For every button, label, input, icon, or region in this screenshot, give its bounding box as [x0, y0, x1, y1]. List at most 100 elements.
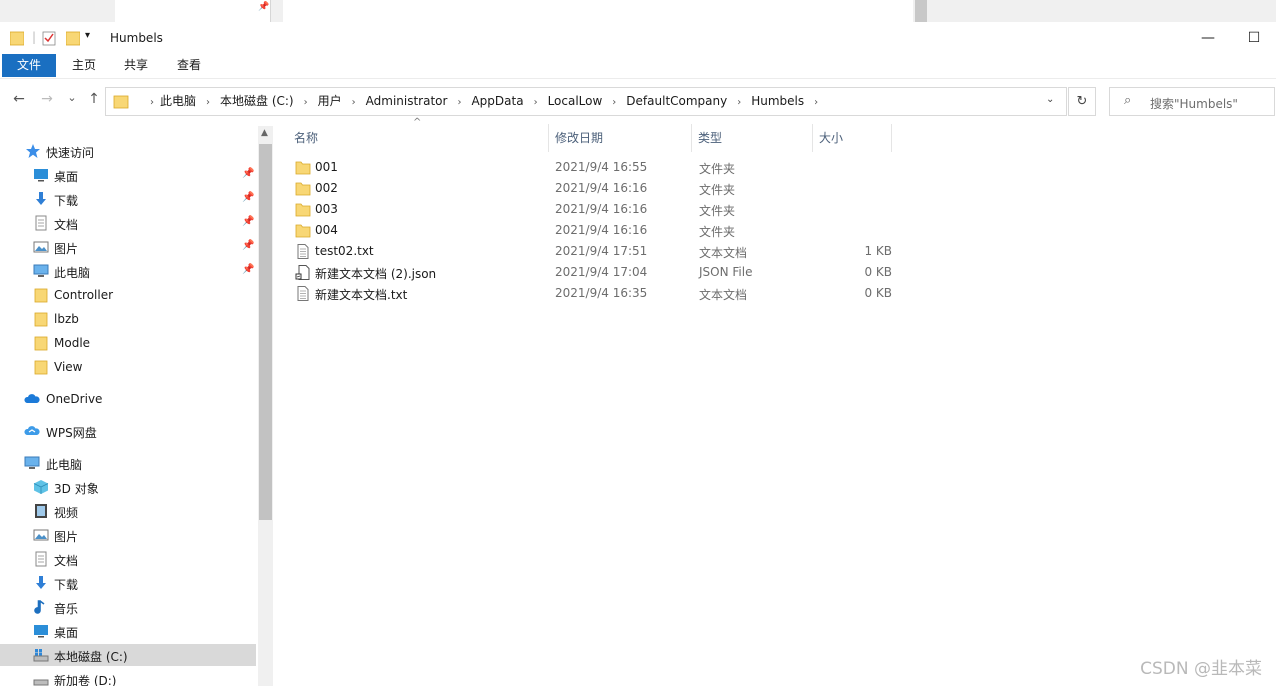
search-input[interactable]: ⌕ 搜索"Humbels" [1109, 87, 1275, 116]
sidebar-item-onedrive[interactable]: OneDrive [0, 388, 256, 410]
sidebar-item-desktop[interactable]: 桌面 📌 [0, 164, 256, 186]
table-row[interactable]: test02.txt 2021/9/4 17:51 文本文档 1 KB [289, 241, 892, 262]
tab-share[interactable]: 共享 [122, 54, 150, 77]
file-type: 文件夹 [699, 225, 736, 239]
file-date: 2021/9/4 16:16 [555, 223, 648, 237]
column-divider[interactable] [891, 124, 892, 152]
sidebar-item-music[interactable]: 音乐 [0, 596, 256, 618]
customize-qa-icon[interactable]: ▾ [85, 30, 90, 41]
tab-file[interactable]: 文件 [2, 54, 56, 77]
table-row[interactable]: 新建文本文档.txt 2021/9/4 16:35 文本文档 0 KB [289, 283, 892, 304]
sidebar-item-local-disk-c[interactable]: 本地磁盘 (C:) [0, 644, 256, 666]
separator: | [32, 30, 37, 44]
sidebar-item-controller[interactable]: Controller [0, 284, 256, 306]
column-divider[interactable] [548, 124, 549, 152]
sidebar-item-desktop-pc[interactable]: 桌面 [0, 620, 256, 642]
sidebar-item-this-pc[interactable]: 此电脑 📌 [0, 260, 256, 282]
pin-icon[interactable]: 📌 [242, 216, 254, 227]
new-folder-icon[interactable] [66, 30, 80, 46]
chevron-right-icon[interactable]: › [304, 97, 308, 108]
column-header-date[interactable]: 修改日期 [555, 129, 603, 146]
column-header-size[interactable]: 大小 [819, 129, 843, 146]
file-date: 2021/9/4 16:16 [555, 181, 648, 195]
sidebar-item-label: 新加卷 (D:) [54, 674, 117, 686]
breadcrumb-item[interactable]: AppData [471, 94, 523, 108]
breadcrumb-item[interactable]: DefaultCompany [626, 94, 727, 108]
sidebar-item-new-volume-d[interactable]: 新加卷 (D:) [0, 668, 256, 686]
tab-view[interactable]: 查看 [175, 54, 203, 77]
pin-icon[interactable]: 📌 [242, 192, 254, 203]
sidebar-item-modle[interactable]: Modle [0, 332, 256, 354]
properties-icon[interactable] [42, 30, 57, 46]
folder-icon [34, 336, 48, 351]
chevron-right-icon[interactable]: › [814, 97, 818, 108]
tab-home[interactable]: 主页 [70, 54, 98, 77]
sidebar-item-quick-access[interactable]: 快速访问 [0, 140, 256, 162]
breadcrumb-item[interactable]: Administrator [366, 94, 448, 108]
sidebar-item-documents[interactable]: 文档 📌 [0, 212, 256, 234]
back-button[interactable]: ← [10, 91, 28, 107]
chevron-right-icon[interactable]: › [737, 97, 741, 108]
breadcrumb-item[interactable]: 本地磁盘 (C:) [220, 94, 294, 108]
sidebar-item-label: 3D 对象 [54, 482, 99, 496]
title-bar: | ▾ Humbels — ☐ [0, 22, 1276, 54]
file-size: 1 KB [864, 244, 892, 258]
ribbon: 文件 主页 共享 查看 [0, 54, 1276, 79]
breadcrumb-item[interactable]: 用户 [318, 94, 342, 108]
pin-icon[interactable]: 📌 [242, 240, 254, 251]
chevron-right-icon[interactable]: › [612, 97, 616, 108]
document-icon [35, 215, 47, 231]
sidebar-item-3d-objects[interactable]: 3D 对象 [0, 476, 256, 498]
address-bar[interactable]: › 此电脑 › 本地磁盘 (C:) › 用户 › Administrator › AppData ›… [105, 87, 1067, 116]
column-divider[interactable] [812, 124, 813, 152]
minimize-button[interactable]: — [1198, 28, 1218, 48]
forward-button[interactable]: → [38, 91, 56, 107]
pin-icon[interactable]: 📌 [242, 168, 254, 179]
sidebar-item-lbzb[interactable]: lbzb [0, 308, 256, 330]
file-name: 002 [315, 181, 338, 195]
maximize-button[interactable]: ☐ [1244, 28, 1264, 48]
drive-icon [33, 649, 49, 662]
up-button[interactable]: ↑ [85, 91, 103, 107]
chevron-down-icon[interactable]: ⌄ [1046, 94, 1054, 105]
sidebar-item-downloads-pc[interactable]: 下载 [0, 572, 256, 594]
recent-locations-button[interactable]: ⌄ [63, 91, 81, 104]
desktop-icon [34, 625, 48, 638]
sidebar-item-this-pc-root[interactable]: 此电脑 [0, 452, 256, 474]
table-row[interactable]: 003 2021/9/4 16:16 文件夹 [289, 199, 892, 220]
folder-icon [34, 312, 48, 327]
cube-icon [33, 480, 49, 494]
computer-icon [33, 264, 49, 277]
table-row[interactable]: 004 2021/9/4 16:16 文件夹 [289, 220, 892, 241]
scrollbar-thumb[interactable] [259, 144, 272, 520]
sidebar-item-downloads[interactable]: 下载 📌 [0, 188, 256, 210]
chevron-right-icon[interactable]: › [534, 97, 538, 108]
chevron-right-icon[interactable]: › [352, 97, 356, 108]
table-row[interactable]: 001 2021/9/4 16:55 文件夹 [289, 157, 892, 178]
table-row[interactable]: 新建文本文档 (2).json 2021/9/4 17:04 JSON File… [289, 262, 892, 283]
chevron-right-icon[interactable]: › [457, 97, 461, 108]
table-row[interactable]: 002 2021/9/4 16:16 文件夹 [289, 178, 892, 199]
drive-icon [33, 679, 49, 686]
pin-icon[interactable]: 📌 [242, 264, 254, 275]
column-header-type[interactable]: 类型 [698, 129, 722, 146]
breadcrumb-item[interactable]: Humbels [751, 94, 804, 108]
chevron-right-icon[interactable]: › [206, 97, 210, 108]
breadcrumb-item[interactable]: 此电脑 [160, 94, 196, 108]
file-name: 001 [315, 160, 338, 174]
sidebar-item-documents-pc[interactable]: 文档 [0, 548, 256, 570]
refresh-button[interactable]: ↻ [1068, 87, 1096, 116]
folder-icon [295, 224, 311, 238]
file-type: JSON File [699, 265, 753, 279]
scroll-up-icon[interactable]: ▲ [261, 128, 268, 138]
sidebar-item-pictures-pc[interactable]: 图片 [0, 524, 256, 546]
breadcrumb-item[interactable]: LocalLow [548, 94, 603, 108]
column-header-name[interactable]: 名称 [294, 129, 318, 146]
navigation-scrollbar[interactable]: ▲ [258, 126, 273, 686]
sidebar-item-view[interactable]: View [0, 356, 256, 378]
column-divider[interactable] [691, 124, 692, 152]
sidebar-item-videos[interactable]: 视频 [0, 500, 256, 522]
sidebar-item-wps-cloud[interactable]: WPS网盘 [0, 420, 256, 442]
sidebar-item-pictures[interactable]: 图片 📌 [0, 236, 256, 258]
pin-icon: 📌 [258, 2, 270, 12]
